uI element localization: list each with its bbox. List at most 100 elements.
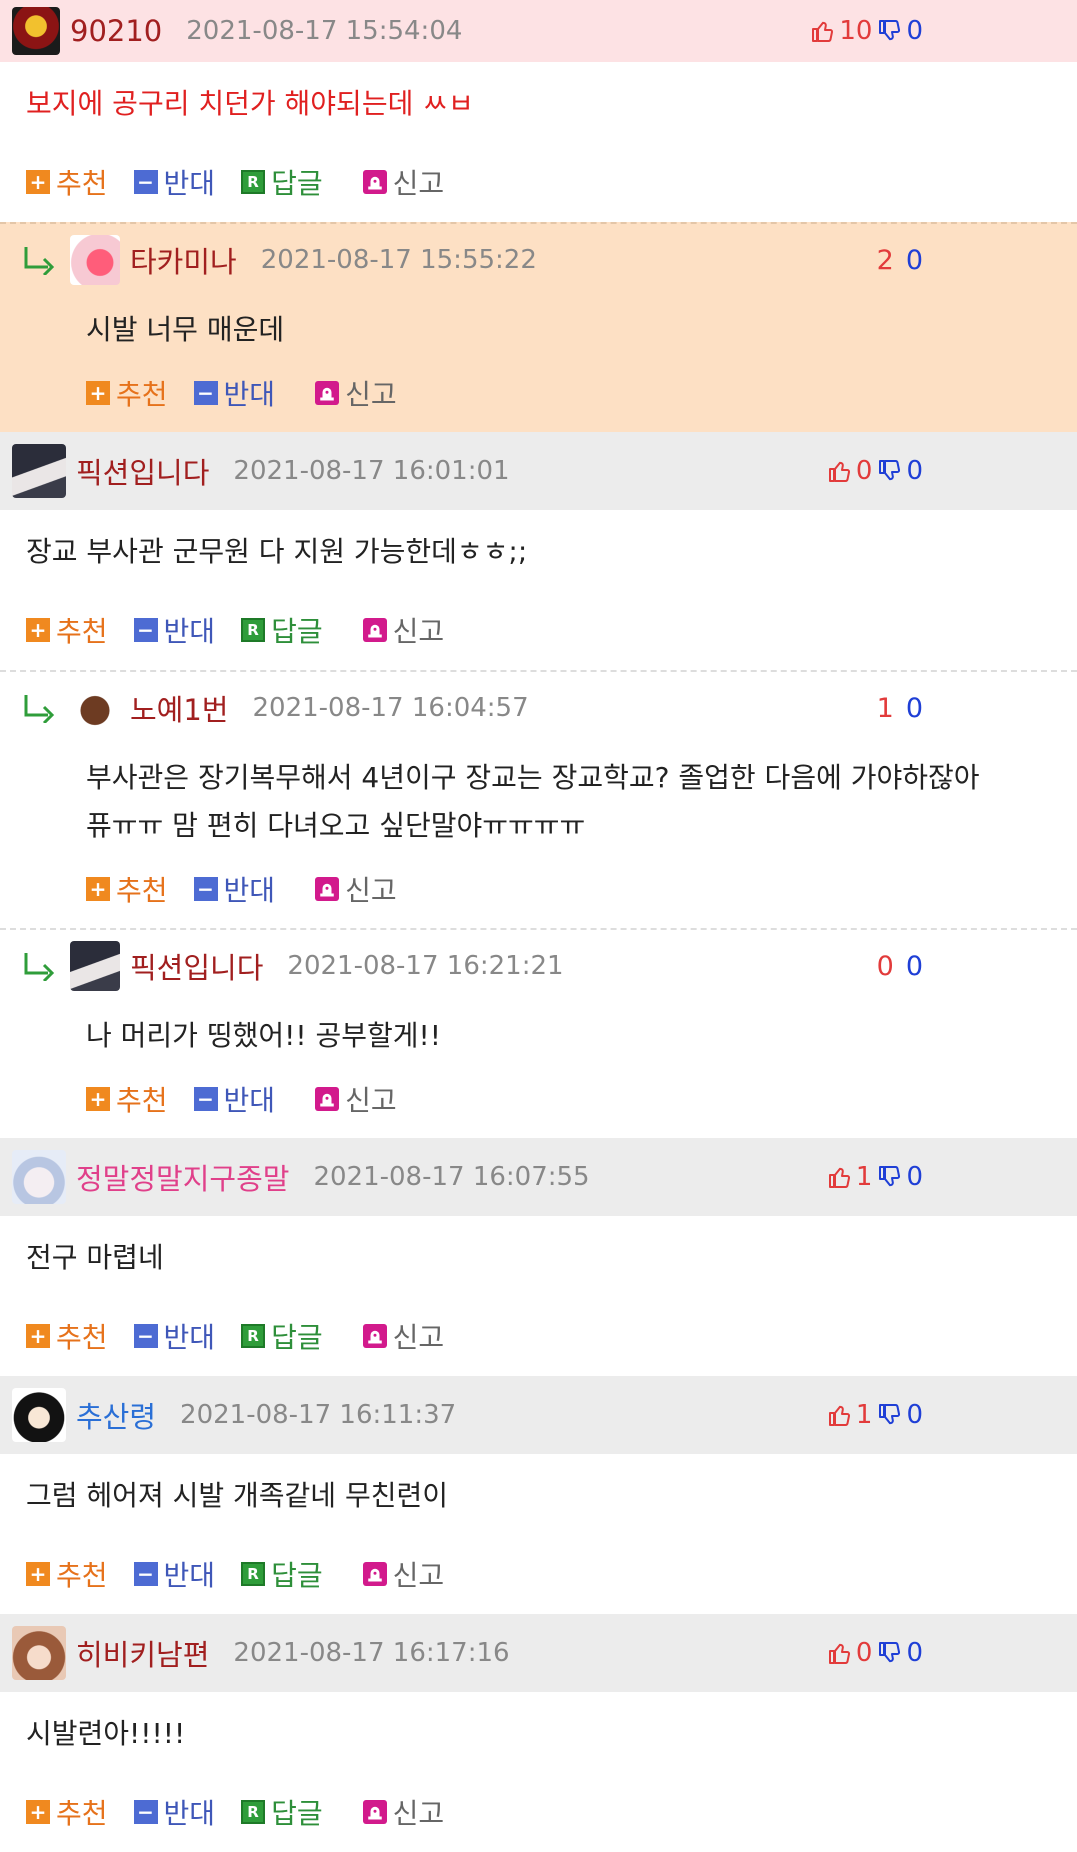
comment-text-line2: 퓨ㅠㅠ 맘 편히 다녀오고 싶단말야ㅠㅠㅠㅠ [86, 809, 586, 842]
report-button[interactable]: 신고 [315, 869, 397, 909]
vote-counts: 00 [822, 1614, 923, 1692]
thumbs-down-icon[interactable] [878, 19, 902, 43]
thumbs-up-icon[interactable] [811, 19, 835, 43]
report-label: 신고 [392, 1321, 445, 1354]
comment-text: 보지에 공구리 치던가 해야되는데 ㅆㅂ [26, 87, 474, 120]
oppose-button[interactable]: − 반대 [133, 162, 216, 202]
report-button[interactable]: 신고 [362, 1792, 445, 1832]
oppose-label: 반대 [223, 874, 276, 907]
thumbs-down-icon[interactable] [878, 459, 902, 483]
reply-r-icon: R [241, 1324, 266, 1348]
report-button[interactable]: 신고 [315, 373, 397, 413]
recommend-button[interactable]: + 추천 [26, 162, 108, 202]
siren-icon [362, 618, 387, 642]
username[interactable]: 90210 [70, 14, 162, 48]
brown-hair-girl-avatar[interactable] [12, 1626, 66, 1680]
comment-list: 90210 2021-08-17 15:54:04 10 0 보지에 공구리 치던가 해… [0, 0, 1077, 1852]
oppose-button[interactable]: − 반대 [193, 869, 276, 909]
oppose-label: 반대 [163, 167, 216, 200]
recommend-label: 추천 [116, 1084, 168, 1117]
reply-r-icon: R [241, 618, 266, 642]
username[interactable]: 정말정말지구종말 [76, 1156, 289, 1198]
report-button[interactable]: 신고 [362, 1554, 444, 1594]
minus-icon: − [133, 1562, 158, 1586]
vote-counts: 00 [877, 930, 923, 1002]
comment-text: 시발련아!!!!! [26, 1717, 186, 1750]
upvote-count: 0 [855, 456, 873, 486]
reply-label: 답글 [271, 1797, 323, 1830]
report-label: 신고 [392, 1797, 445, 1830]
username[interactable]: 픽션입니다 [130, 945, 263, 987]
oppose-button[interactable]: − 반대 [193, 373, 275, 413]
slave-no1-avatar[interactable] [70, 683, 120, 733]
comment-text: 부사관은 장기복무해서 4년이구 장교는 장교학교? 졸업한 다음에 가야하잖아 [86, 761, 980, 794]
reply-button[interactable]: R 답글 [241, 1316, 323, 1356]
reply-button[interactable]: R 답글 [241, 610, 323, 650]
comment-text: 그럼 헤어져 시발 개족같네 무친련이 [26, 1479, 449, 1512]
recommend-button[interactable]: + 추천 [86, 1079, 168, 1119]
timestamp: 2021-08-17 15:55:22 [260, 245, 537, 275]
plus-icon: + [26, 1324, 50, 1348]
thumbs-up-icon[interactable] [828, 1403, 852, 1427]
username[interactable]: 타카미나 [130, 239, 237, 281]
comment-actions: + 추천 − 반대 R 답글 신고 [0, 1296, 1077, 1376]
recommend-button[interactable]: + 추천 [86, 373, 168, 413]
recommend-label: 추천 [56, 167, 108, 200]
thumbs-down-icon[interactable] [878, 1403, 902, 1427]
username[interactable]: 픽션입니다 [76, 450, 209, 492]
comment-body: 장교 부사관 군무원 다 지원 가능한데ㅎㅎ;; [0, 510, 1077, 590]
thumbs-up-icon[interactable] [828, 459, 852, 483]
recommend-button[interactable]: + 추천 [26, 1792, 108, 1832]
white-hair-girl-avatar[interactable] [12, 1150, 66, 1204]
username[interactable]: 히비키남편 [76, 1632, 209, 1674]
downvote-count: 0 [906, 1162, 923, 1192]
thumbs-up-icon[interactable] [828, 1641, 852, 1665]
timestamp: 2021-08-17 16:01:01 [233, 456, 510, 486]
dark-hair-boy-avatar[interactable] [70, 941, 120, 991]
oppose-button[interactable]: − 반대 [193, 1079, 275, 1119]
recommend-button[interactable]: + 추천 [26, 610, 108, 650]
reply-label: 답글 [271, 1559, 323, 1592]
anime-girl-avatar[interactable] [70, 235, 120, 285]
report-button[interactable]: 신고 [315, 1079, 397, 1119]
report-button[interactable]: 신고 [362, 610, 445, 650]
oppose-button[interactable]: − 반대 [133, 1316, 215, 1356]
siren-icon [362, 1800, 387, 1824]
black-hair-girl-avatar[interactable] [12, 1388, 66, 1442]
username[interactable]: 추산령 [76, 1394, 156, 1436]
downvote-count: 0 [905, 692, 923, 724]
oppose-button[interactable]: − 반대 [133, 1792, 215, 1832]
thumbs-down-icon[interactable] [878, 1641, 902, 1665]
upvote-count: 1 [855, 1162, 873, 1192]
hell-logo-avatar[interactable] [12, 7, 60, 55]
comment-body: 나 머리가 띵했어!! 공부할게!! [0, 1002, 1077, 1060]
reply-button[interactable]: R 답글 [241, 1554, 323, 1594]
dark-hair-boy-avatar[interactable] [12, 444, 66, 498]
reply-r-icon: R [241, 1800, 266, 1824]
downvote-count: 0 [905, 244, 923, 276]
reply-button[interactable]: R 답글 [241, 162, 323, 202]
thumbs-down-icon[interactable] [878, 1165, 902, 1189]
username[interactable]: 노예1번 [130, 687, 229, 729]
reply-button[interactable]: R 답글 [241, 1792, 323, 1832]
report-label: 신고 [345, 1084, 397, 1117]
upvote-count: 0 [876, 950, 894, 982]
siren-icon [362, 1324, 387, 1348]
recommend-button[interactable]: + 추천 [26, 1316, 108, 1356]
report-label: 신고 [392, 615, 445, 648]
vote-counts: 00 [822, 432, 923, 510]
recommend-button[interactable]: + 추천 [26, 1554, 108, 1594]
comment-header: 픽션입니다 2021-08-17 16:21:21 0 0 [0, 930, 1077, 1002]
vote-counts: 10 [822, 1138, 923, 1216]
report-button[interactable]: 신고 [362, 162, 444, 202]
oppose-button[interactable]: − 반대 [133, 1554, 215, 1594]
comment-body: 전구 마렵네 [0, 1216, 1077, 1296]
vote-counts: 10 [822, 1376, 923, 1454]
recommend-button[interactable]: + 추천 [86, 869, 168, 909]
oppose-button[interactable]: − 반대 [133, 610, 215, 650]
downvote-count: 0 [906, 1638, 923, 1668]
report-button[interactable]: 신고 [362, 1316, 445, 1356]
comment: 추산령 2021-08-17 16:11:37 1 0 그럼 헤어져 시발 개족같네 무… [0, 1376, 1077, 1614]
thumbs-up-icon[interactable] [828, 1165, 852, 1189]
comment-actions: + 추천 − 반대 신고 [0, 354, 1077, 432]
